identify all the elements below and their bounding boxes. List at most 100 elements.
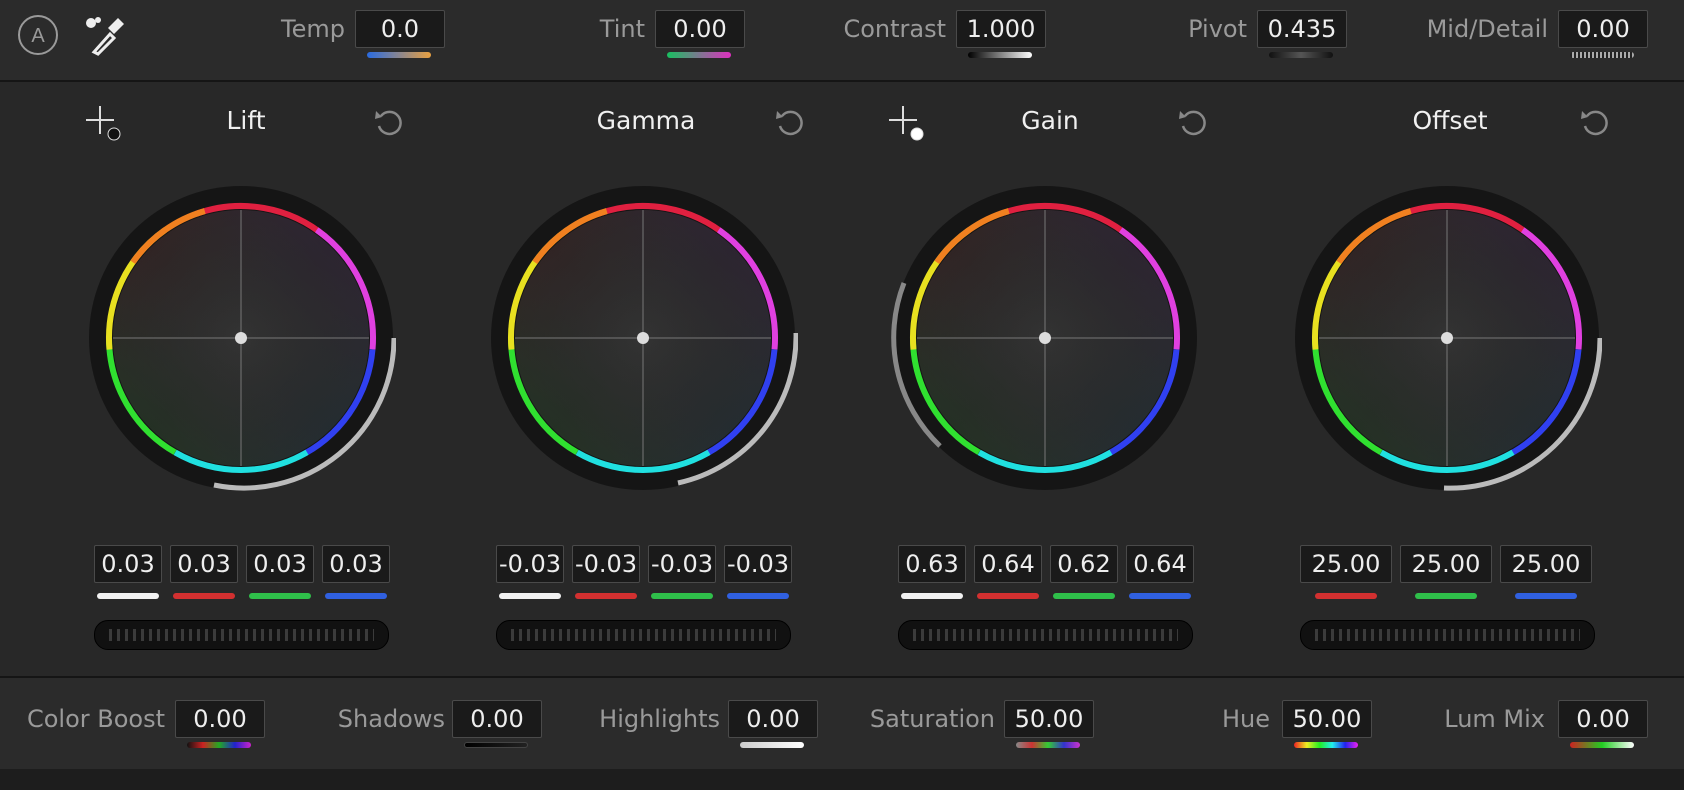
lift-color-wheel[interactable]	[86, 183, 396, 493]
lift-r-strip	[173, 593, 235, 599]
highlights-label: Highlights	[599, 705, 720, 733]
gain-r-strip	[977, 593, 1039, 599]
gain-y-strip	[901, 593, 963, 599]
crosshair-picker-icon[interactable]	[84, 104, 124, 144]
shadows-input[interactable]: 0.00	[452, 700, 542, 738]
hue-input[interactable]: 50.00	[1282, 700, 1372, 738]
color-boost-label: Color Boost	[26, 705, 165, 733]
gain-master-jog-wheel[interactable]	[898, 620, 1193, 650]
gain-g-input[interactable]: 0.62	[1050, 545, 1118, 583]
saturation-label: Saturation	[869, 705, 995, 733]
highlights-control: Highlights 0.00	[575, 700, 825, 766]
mid-detail-strip[interactable]	[1570, 52, 1634, 58]
gamma-g-input[interactable]: -0.03	[648, 545, 716, 583]
color-boost-input[interactable]: 0.00	[175, 700, 265, 738]
lift-g-strip	[249, 593, 311, 599]
auto-balance-letter: A	[31, 25, 45, 47]
eyedropper-icon[interactable]	[84, 14, 126, 56]
gain-b-input[interactable]: 0.64	[1126, 545, 1194, 583]
temp-strip[interactable]	[367, 52, 431, 58]
wheel-center-handle	[235, 332, 247, 344]
contrast-control: Contrast 1.000	[843, 10, 1051, 76]
gain-color-wheel[interactable]	[890, 183, 1200, 493]
bottom-toolbar: Color Boost 0.00 Shadows 0.00 Highlights…	[0, 676, 1684, 770]
highlights-strip[interactable]	[740, 742, 804, 748]
lum-mix-control: Lum Mix 0.00	[1400, 700, 1650, 766]
saturation-input[interactable]: 50.00	[1004, 700, 1094, 738]
temp-input[interactable]: 0.0	[355, 10, 445, 48]
gamma-b-strip	[727, 593, 789, 599]
mid-detail-input[interactable]: 0.00	[1558, 10, 1648, 48]
wheel-center-handle	[1441, 332, 1453, 344]
mid-detail-control: Mid/Detail 0.00	[1427, 10, 1653, 76]
gamma-title: Gamma	[596, 106, 696, 135]
auto-balance-icon[interactable]: A	[17, 14, 59, 56]
gain-r-input[interactable]: 0.64	[974, 545, 1042, 583]
contrast-input[interactable]: 1.000	[956, 10, 1046, 48]
offset-b-input[interactable]: 25.00	[1500, 545, 1592, 583]
pivot-strip[interactable]	[1269, 52, 1333, 58]
shadows-strip[interactable]	[464, 742, 528, 748]
lift-title: Lift	[226, 106, 266, 135]
gamma-master-jog-wheel[interactable]	[496, 620, 791, 650]
contrast-strip[interactable]	[968, 52, 1032, 58]
pivot-label: Pivot	[1188, 15, 1247, 43]
contrast-label: Contrast	[843, 15, 946, 43]
hue-strip[interactable]	[1294, 742, 1358, 748]
lift-b-strip	[325, 593, 387, 599]
offset-title: Offset	[1412, 106, 1488, 135]
saturation-control: Saturation 50.00	[850, 700, 1100, 766]
offset-g-input[interactable]: 25.00	[1400, 545, 1492, 583]
wheel-center-handle	[637, 332, 649, 344]
temp-label: Temp	[281, 15, 345, 43]
temp-control: Temp 0.0	[250, 10, 450, 76]
gamma-b-input[interactable]: -0.03	[724, 545, 792, 583]
shadows-label: Shadows	[337, 705, 445, 733]
pivot-input[interactable]: 0.435	[1257, 10, 1347, 48]
tint-control: Tint 0.00	[550, 10, 750, 76]
reset-icon[interactable]	[373, 106, 405, 138]
gamma-r-input[interactable]: -0.03	[572, 545, 640, 583]
lift-y-input[interactable]: 0.03	[94, 545, 162, 583]
gamma-y-strip	[499, 593, 561, 599]
lift-r-input[interactable]: 0.03	[170, 545, 238, 583]
hue-label: Hue	[1221, 705, 1270, 733]
highlights-input[interactable]: 0.00	[728, 700, 818, 738]
tint-label: Tint	[599, 15, 645, 43]
offset-r-strip	[1315, 593, 1377, 599]
offset-g-strip	[1415, 593, 1477, 599]
lum-mix-label: Lum Mix	[1444, 705, 1545, 733]
lift-b-input[interactable]: 0.03	[322, 545, 390, 583]
wheel-center-handle	[1039, 332, 1051, 344]
reset-icon[interactable]	[1579, 106, 1611, 138]
reset-icon[interactable]	[1177, 106, 1209, 138]
gain-g-strip	[1053, 593, 1115, 599]
gamma-r-strip	[575, 593, 637, 599]
hue-control: Hue 50.00	[1125, 700, 1375, 766]
mid-detail-label: Mid/Detail	[1426, 15, 1548, 43]
lift-master-jog-wheel[interactable]	[94, 620, 389, 650]
pivot-control: Pivot 0.435	[1152, 10, 1352, 76]
offset-r-input[interactable]: 25.00	[1300, 545, 1392, 583]
crosshair-picker-icon[interactable]	[887, 104, 927, 144]
gain-y-input[interactable]: 0.63	[898, 545, 966, 583]
top-toolbar: A Temp 0.0 Tint 0.00 Contrast 1.000 Pivo…	[0, 0, 1684, 82]
gamma-g-strip	[651, 593, 713, 599]
tint-input[interactable]: 0.00	[655, 10, 745, 48]
shadows-control: Shadows 0.00	[300, 700, 550, 766]
offset-color-wheel[interactable]	[1292, 183, 1602, 493]
saturation-strip[interactable]	[1016, 742, 1080, 748]
footer-strip	[0, 769, 1684, 790]
lum-mix-strip[interactable]	[1570, 742, 1634, 748]
offset-master-jog-wheel[interactable]	[1300, 620, 1595, 650]
reset-icon[interactable]	[774, 106, 806, 138]
tint-strip[interactable]	[667, 52, 731, 58]
offset-b-strip	[1515, 593, 1577, 599]
gamma-color-wheel[interactable]	[488, 183, 798, 493]
lift-g-input[interactable]: 0.03	[246, 545, 314, 583]
gain-title: Gain	[1021, 106, 1079, 135]
gamma-y-input[interactable]: -0.03	[496, 545, 564, 583]
lum-mix-input[interactable]: 0.00	[1558, 700, 1648, 738]
gain-b-strip	[1129, 593, 1191, 599]
color-boost-strip[interactable]	[187, 742, 251, 748]
